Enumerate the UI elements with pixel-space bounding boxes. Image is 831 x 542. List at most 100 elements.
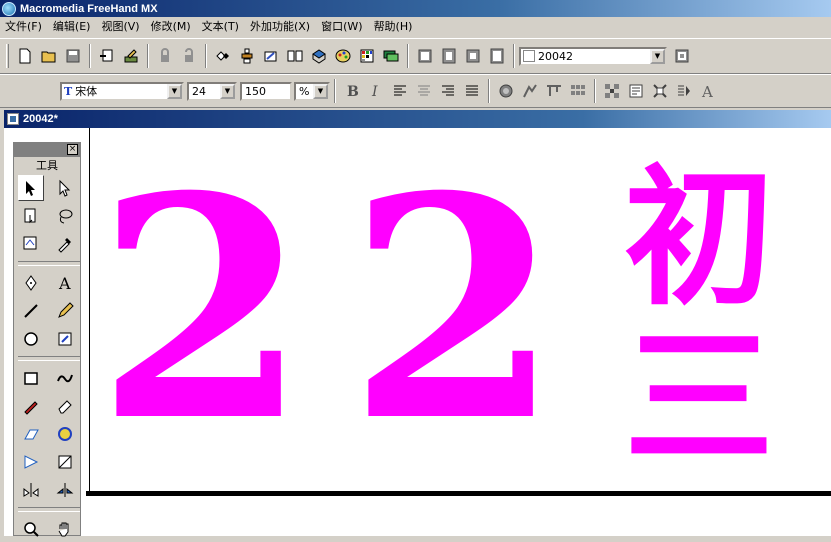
fill-icon [58,427,72,441]
toolbar-separator [89,44,91,68]
page-tool[interactable] [18,203,44,229]
link-text-icon[interactable] [601,80,623,102]
mirror-tool[interactable] [18,477,44,503]
lock-icon[interactable] [154,45,176,67]
rectangle-tool[interactable] [18,365,44,391]
trace-tool[interactable] [18,231,44,257]
symbols-icon[interactable] [308,45,330,67]
blend-icon [24,455,39,469]
align-icon[interactable] [236,45,258,67]
font-size-value: 24 [192,84,206,98]
new-file-icon[interactable] [14,45,36,67]
import-icon[interactable] [96,45,118,67]
chevron-down-icon[interactable]: ▼ [313,83,328,99]
eyedropper-tool[interactable] [52,231,78,257]
chevron-down-icon[interactable]: ▼ [650,48,665,64]
line-tool[interactable] [18,298,44,324]
zoom-tool[interactable] [18,516,44,542]
unlock-icon[interactable] [178,45,200,67]
chevron-down-icon[interactable]: ▼ [220,83,235,99]
toolbar-separator [488,79,490,103]
swatches-icon[interactable] [356,45,378,67]
lasso-tool[interactable] [52,203,78,229]
knife-tool[interactable] [18,393,44,419]
save-icon[interactable] [62,45,84,67]
svg-text:A: A [701,83,713,99]
menu-text[interactable]: 文本(T) [197,17,245,37]
columns-icon[interactable] [567,80,589,102]
text-editor-icon[interactable]: A [697,80,719,102]
menu-help[interactable]: 帮助(H) [369,17,419,37]
menu-edit[interactable]: 编辑(E) [48,17,97,37]
effects-icon[interactable] [495,80,517,102]
chevron-down-icon[interactable]: ▼ [167,83,182,99]
shear-tool[interactable] [18,421,44,447]
align-left-icon[interactable] [389,80,411,102]
italic-icon[interactable]: I [365,80,387,102]
text-tool[interactable]: A [52,270,78,296]
eraser-tool[interactable] [52,393,78,419]
transform-icon[interactable] [260,45,282,67]
page-bottom-shadow [86,491,831,496]
leading-unit-select[interactable]: % ▼ [294,81,330,101]
app-title: Macromedia FreeHand MX [20,2,158,15]
document-selector[interactable]: 20042 ▼ [519,46,667,66]
svg-text:A: A [58,274,71,292]
export-icon[interactable] [120,45,142,67]
tools-panel-titlebar[interactable]: × [14,143,80,157]
menu-modify[interactable]: 修改(M) [146,17,197,37]
pointer-tool[interactable] [18,175,44,201]
hand-tool[interactable] [52,516,78,542]
scale-tool[interactable] [52,326,78,352]
justify-icon[interactable] [461,80,483,102]
document-title-bar[interactable]: 20042* [4,110,831,128]
fill-tool[interactable] [52,421,78,447]
open-icon[interactable] [38,45,60,67]
layers-icon[interactable] [380,45,402,67]
flow-inside-icon[interactable] [649,80,671,102]
freeform-icon [57,374,73,383]
shear-icon [24,429,39,440]
pen-icon [25,275,37,291]
library-icon[interactable] [284,45,306,67]
pencil-tool[interactable] [52,298,78,324]
page-icon [24,208,36,224]
bold-icon[interactable]: B [341,80,363,102]
menu-view[interactable]: 视图(V) [96,17,145,37]
font-name-select[interactable]: T 宋体 ▼ [60,81,184,101]
menu-window[interactable]: 窗口(W) [316,17,368,37]
envelope-icon [58,455,72,469]
align-right-icon[interactable] [437,80,459,102]
fit-page-icon[interactable] [438,45,460,67]
tools-panel[interactable]: × 工具 A [13,142,81,537]
menu-file[interactable]: 文件(F) [0,17,48,37]
document-title: 20042* [23,113,58,125]
page-icon[interactable] [414,45,436,67]
page-tool-icon[interactable] [671,45,693,67]
baseline-icon[interactable] [543,80,565,102]
subselect-tool[interactable] [52,175,78,201]
ellipse-tool[interactable] [18,326,44,352]
toolbar-grip[interactable] [6,44,9,68]
leading-unit-value: % [299,84,310,98]
fit-all-icon[interactable] [486,45,508,67]
fit-selection-icon[interactable] [462,45,484,67]
blend-tool[interactable] [18,449,44,475]
truetype-icon: T [64,84,73,98]
freeform-tool[interactable] [52,365,78,391]
pen-tool[interactable] [18,270,44,296]
color-mixer-icon[interactable] [332,45,354,67]
reflect-tool[interactable] [52,477,78,503]
close-icon[interactable]: × [67,144,78,155]
document-workarea[interactable] [4,128,831,536]
align-center-icon[interactable] [413,80,435,102]
menu-xtras[interactable]: 外加功能(X) [245,17,316,37]
attach-to-path-icon[interactable] [673,80,695,102]
toolbar-separator [205,44,207,68]
leading-input[interactable]: 150 [240,81,292,101]
kerning-icon[interactable] [519,80,541,102]
font-size-select[interactable]: 24 ▼ [187,81,237,101]
convert-to-paths-icon[interactable] [625,80,647,102]
envelope-tool[interactable] [52,449,78,475]
group-icon[interactable] [212,45,234,67]
